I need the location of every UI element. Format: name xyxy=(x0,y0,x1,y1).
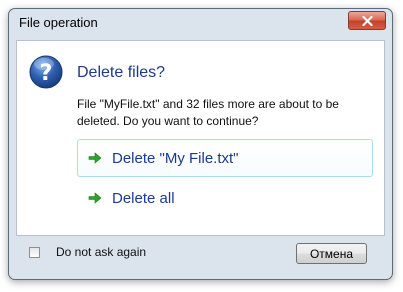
window-title: File operation xyxy=(19,15,98,30)
green-arrow-icon xyxy=(88,192,102,204)
question-icon: ? xyxy=(29,55,63,89)
command-label: Delete all xyxy=(112,189,175,207)
delete-all-command[interactable]: Delete all xyxy=(77,179,373,217)
dialog-window: File operation ? Delete files? File "MyF… xyxy=(8,8,393,280)
delete-file-command[interactable]: Delete "My File.txt" xyxy=(77,139,373,177)
green-arrow-icon xyxy=(88,152,102,164)
cancel-button[interactable]: Отмена xyxy=(296,243,367,264)
command-label: Delete "My File.txt" xyxy=(112,149,239,167)
dialog-content: ? Delete files? File "MyFile.txt" and 32… xyxy=(16,40,385,236)
close-button[interactable] xyxy=(348,11,386,30)
dialog-footer: Do not ask again Отмена xyxy=(9,235,392,279)
do-not-ask-checkbox[interactable] xyxy=(29,247,40,258)
do-not-ask-label[interactable]: Do not ask again xyxy=(56,245,146,259)
title-bar[interactable]: File operation xyxy=(9,9,392,39)
close-icon xyxy=(361,15,373,26)
svg-text:?: ? xyxy=(40,61,53,86)
dialog-message: File "MyFile.txt" and 32 files more are … xyxy=(77,97,339,128)
dialog-heading: Delete files? xyxy=(77,64,166,81)
